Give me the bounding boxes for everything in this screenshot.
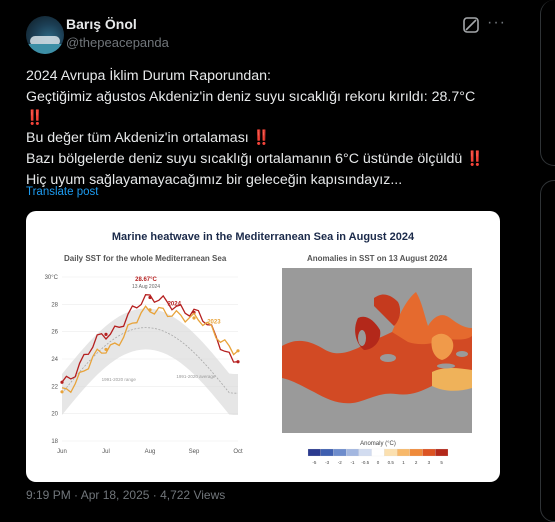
figure-title: Marine heatwave in the Mediterranean Sea… <box>111 231 415 243</box>
y-tick-label: 30°C <box>45 275 59 281</box>
crete <box>437 363 455 369</box>
sicily <box>380 354 396 362</box>
colorbar-tick-label: 0.5 <box>388 460 395 465</box>
avatar[interactable] <box>26 16 64 54</box>
author-handle[interactable]: @thepeacepanda <box>66 35 169 50</box>
colorbar-swatch <box>396 448 410 457</box>
colorbar-swatch <box>307 448 321 457</box>
y-tick-label: 24 <box>51 357 58 363</box>
tweet-line: Bazı bölgelerde deniz suyu sıcaklığı ort… <box>26 151 463 168</box>
grok-icon[interactable] <box>462 16 480 34</box>
y-tick-label: 18 <box>51 439 58 445</box>
range-label: 1991-2020 range <box>102 377 137 382</box>
cyprus <box>456 351 468 357</box>
colorbar-swatch <box>320 448 334 457</box>
point-2024 <box>236 360 240 364</box>
point-2023 <box>104 347 108 352</box>
colorbar-tick-label: -3 <box>325 460 329 465</box>
point-2023 <box>148 308 152 312</box>
x-tick-label: Jun <box>57 449 67 455</box>
colorbar-swatch <box>435 448 449 457</box>
point-2024 <box>60 380 64 384</box>
colorbar-tick-label: -2 <box>338 460 342 465</box>
colorbar-tick-label: 0 <box>377 460 380 465</box>
author-name[interactable]: Barış Önol <box>66 16 137 32</box>
y-tick-label: 28 <box>51 302 58 308</box>
post: Barış Önol @thepeacepanda ··· 2024 Avrup… <box>0 0 530 502</box>
colorbar-swatch <box>409 448 423 457</box>
sardinia <box>358 330 366 346</box>
colorbar-swatch <box>358 448 372 457</box>
sst-line-chart: 18202224262830°CJun Jul Aug Sep Oct 28.67°C1… <box>45 275 243 455</box>
point-2024 <box>148 295 152 300</box>
colorbar-tick-label: 5 <box>440 460 443 465</box>
x-tick-label: Sep <box>189 449 200 455</box>
tweet-line: Geçtiğimiz ağustos Akdeniz'in deniz suyu… <box>26 88 476 105</box>
colorbar <box>307 448 449 457</box>
colorbar-tick-label: 1 <box>402 460 405 465</box>
tweet-line: Bu değer tüm Akdeniz'in ortalaması <box>26 130 249 147</box>
colorbar-tick-label: 3 <box>428 460 431 465</box>
tweet-text: 2024 Avrupa İklim Durum Raporundan: Geçt… <box>26 66 506 191</box>
double-exclamation-icon: ‼️ <box>26 109 44 126</box>
colorbar-swatch <box>371 448 385 457</box>
chart-title: Daily SST for the whole Mediterranean Se… <box>64 254 227 263</box>
legend-2023: 2023 <box>207 319 221 325</box>
levantine <box>432 368 472 391</box>
point-2023 <box>236 349 240 353</box>
y-tick-label: 26 <box>51 330 58 336</box>
colorbar-label: Anomaly (°C) <box>360 441 396 447</box>
anomaly-map: Anomaly (°C) -5 -3 -2 -1 -0.5 0 0.5 1 2 3 5 <box>282 268 472 465</box>
double-exclamation-icon: ‼️ <box>466 151 484 168</box>
point-2023 <box>60 390 64 394</box>
x-tick-label: Aug <box>145 449 156 455</box>
peak-label: 28.67°C <box>135 277 157 283</box>
double-exclamation-icon: ‼️ <box>252 130 271 147</box>
media-card[interactable]: Marine heatwave in the Mediterranean Sea… <box>26 211 500 482</box>
sidebar-panel <box>540 0 555 166</box>
x-tick-label: Jul <box>102 449 110 455</box>
colorbar-swatch <box>422 448 436 457</box>
y-tick-label: 22 <box>51 384 58 390</box>
colorbar-tick-label: -1 <box>351 460 355 465</box>
peak-date: 13 Aug 2024 <box>132 284 160 290</box>
colorbar-tick-label: -5 <box>312 460 316 465</box>
y-tick-label: 20 <box>51 412 58 418</box>
average-label: 1991-2020 average <box>176 374 216 379</box>
x-tick-label: Oct <box>233 449 243 455</box>
colorbar-tick-label: 2 <box>415 460 418 465</box>
map-title: Anomalies in SST on 13 August 2024 <box>307 254 448 263</box>
tweet-line: 2024 Avrupa İklim Durum Raporundan: <box>26 68 272 84</box>
colorbar-swatch <box>333 448 347 457</box>
point-2024 <box>104 332 108 336</box>
more-icon[interactable]: ··· <box>487 14 506 32</box>
colorbar-swatch <box>384 448 398 457</box>
point-2023 <box>192 316 196 320</box>
colorbar-tick-label: -0.5 <box>361 460 369 465</box>
legend-2024: 2024 <box>168 302 182 308</box>
translate-post-link[interactable]: Translate post <box>26 186 98 198</box>
colorbar-swatch <box>346 448 360 457</box>
sidebar-panel <box>540 180 555 522</box>
